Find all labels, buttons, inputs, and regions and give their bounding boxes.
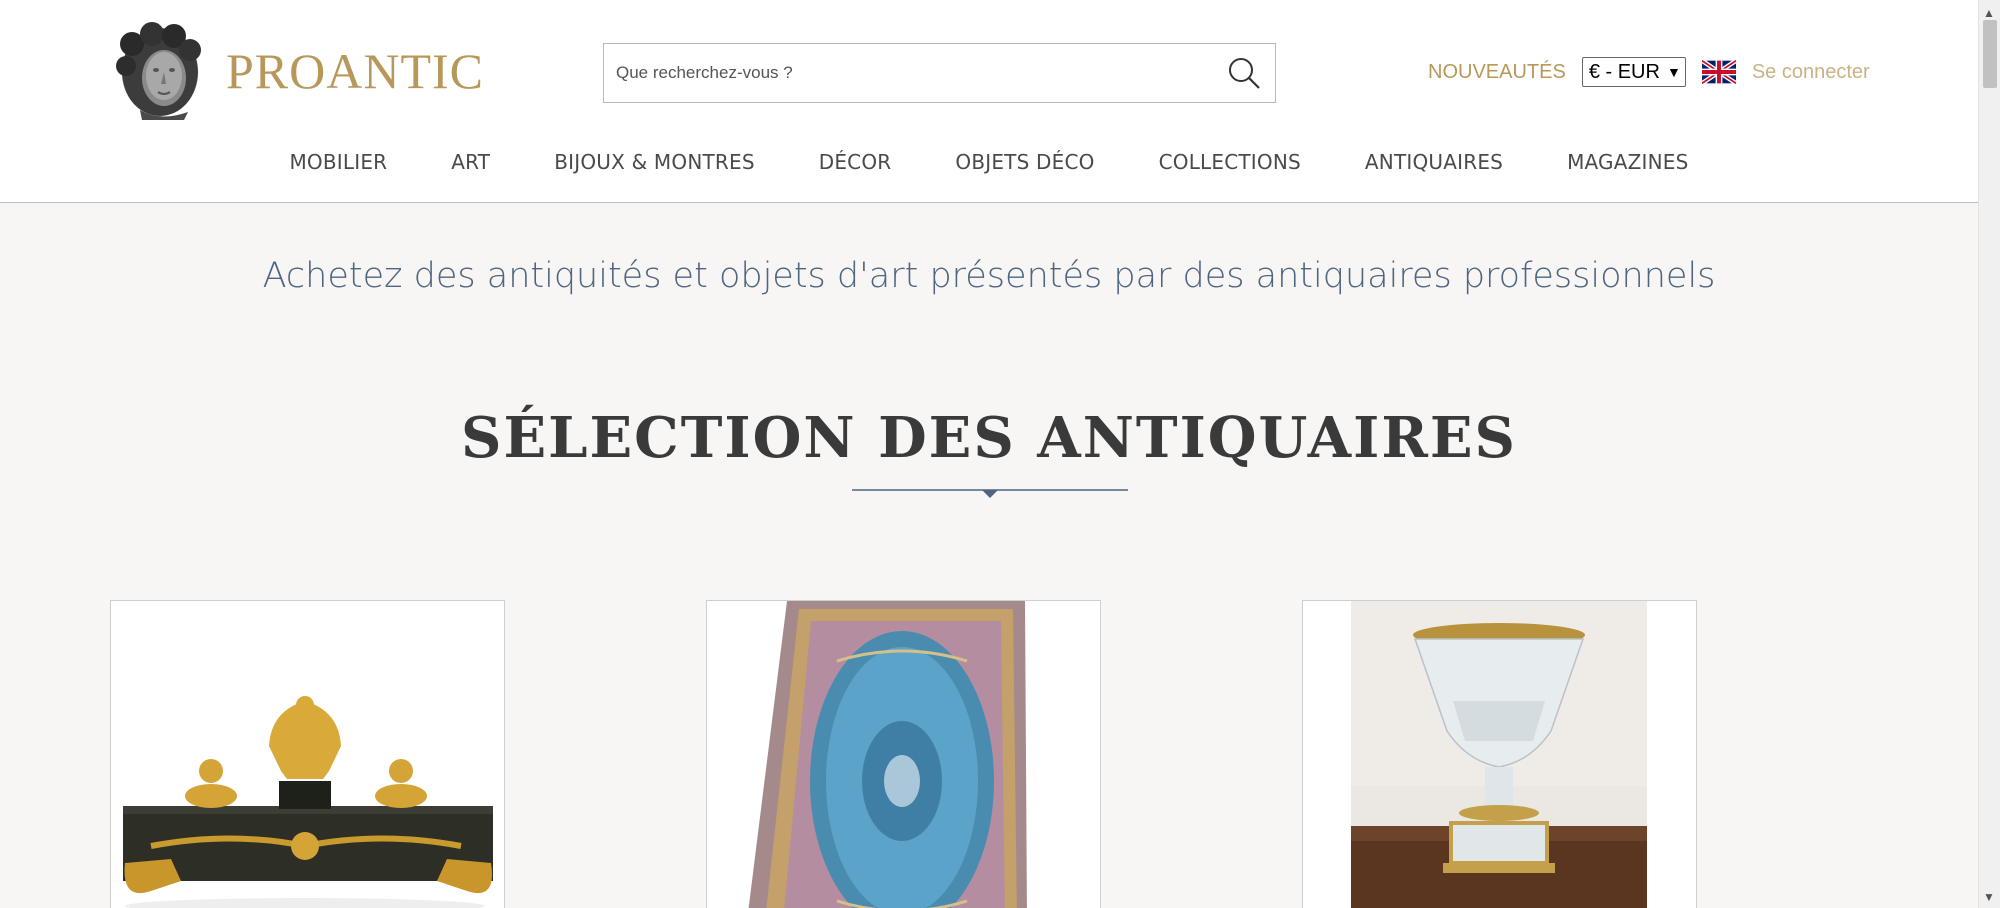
nav-item-magazines[interactable]: MAGAZINES (1567, 150, 1688, 174)
nav-item-collections[interactable]: COLLECTIONS (1159, 150, 1301, 174)
uk-flag-icon[interactable] (1701, 60, 1736, 84)
search-box (603, 43, 1276, 103)
scroll-down-icon[interactable]: ▼ (1983, 890, 1995, 904)
product-card-inkwell[interactable] (110, 600, 505, 908)
product-card-rug[interactable] (706, 600, 1101, 908)
nav-item-mobilier[interactable]: MOBILIER (289, 150, 387, 174)
search-icon[interactable] (1227, 56, 1261, 90)
chevron-down-icon: ▼ (1666, 64, 1681, 80)
header-actions: NOUVEAUTÉS € - EUR ▼ Se connecter (1428, 56, 1870, 88)
nav-item-art[interactable]: ART (451, 150, 490, 174)
nav-item-antiquaires[interactable]: ANTIQUAIRES (1365, 150, 1503, 174)
page-tagline: Achetez des antiquités et objets d'art p… (262, 256, 1716, 296)
inkwell-image (111, 601, 504, 908)
rug-image (707, 601, 1100, 908)
page-scrollbar[interactable]: ▲ ▼ (1978, 0, 2000, 908)
search-input[interactable] (604, 44, 1204, 102)
logo-bust-icon (116, 22, 201, 120)
scroll-up-icon[interactable]: ▲ (1983, 6, 1995, 20)
section-title: SÉLECTION DES ANTIQUAIRES (461, 405, 1517, 471)
currency-select[interactable]: € - EUR ▼ (1581, 57, 1686, 87)
scrollbar-thumb[interactable] (1983, 20, 1997, 88)
site-header: PROANTIC NOUVEAUTÉS € - EUR ▼ Se connect… (0, 0, 1978, 203)
vase-image (1303, 601, 1696, 908)
login-link[interactable]: Se connecter (1752, 61, 1870, 84)
section-divider (852, 489, 1128, 498)
nav-item-decor[interactable]: DÉCOR (819, 150, 892, 174)
logo-link[interactable]: PROANTIC (110, 20, 484, 122)
product-card-vase[interactable] (1302, 600, 1697, 908)
nav-item-bijoux-montres[interactable]: BIJOUX & MONTRES (554, 150, 755, 174)
logo-text: PROANTIC (226, 43, 485, 99)
nav-item-objets-deco[interactable]: OBJETS DÉCO (955, 150, 1094, 174)
main-nav: MOBILIER ART BIJOUX & MONTRES DÉCOR OBJE… (0, 150, 1978, 174)
nouveautes-link[interactable]: NOUVEAUTÉS (1428, 61, 1566, 84)
currency-value: € - EUR (1588, 60, 1660, 83)
